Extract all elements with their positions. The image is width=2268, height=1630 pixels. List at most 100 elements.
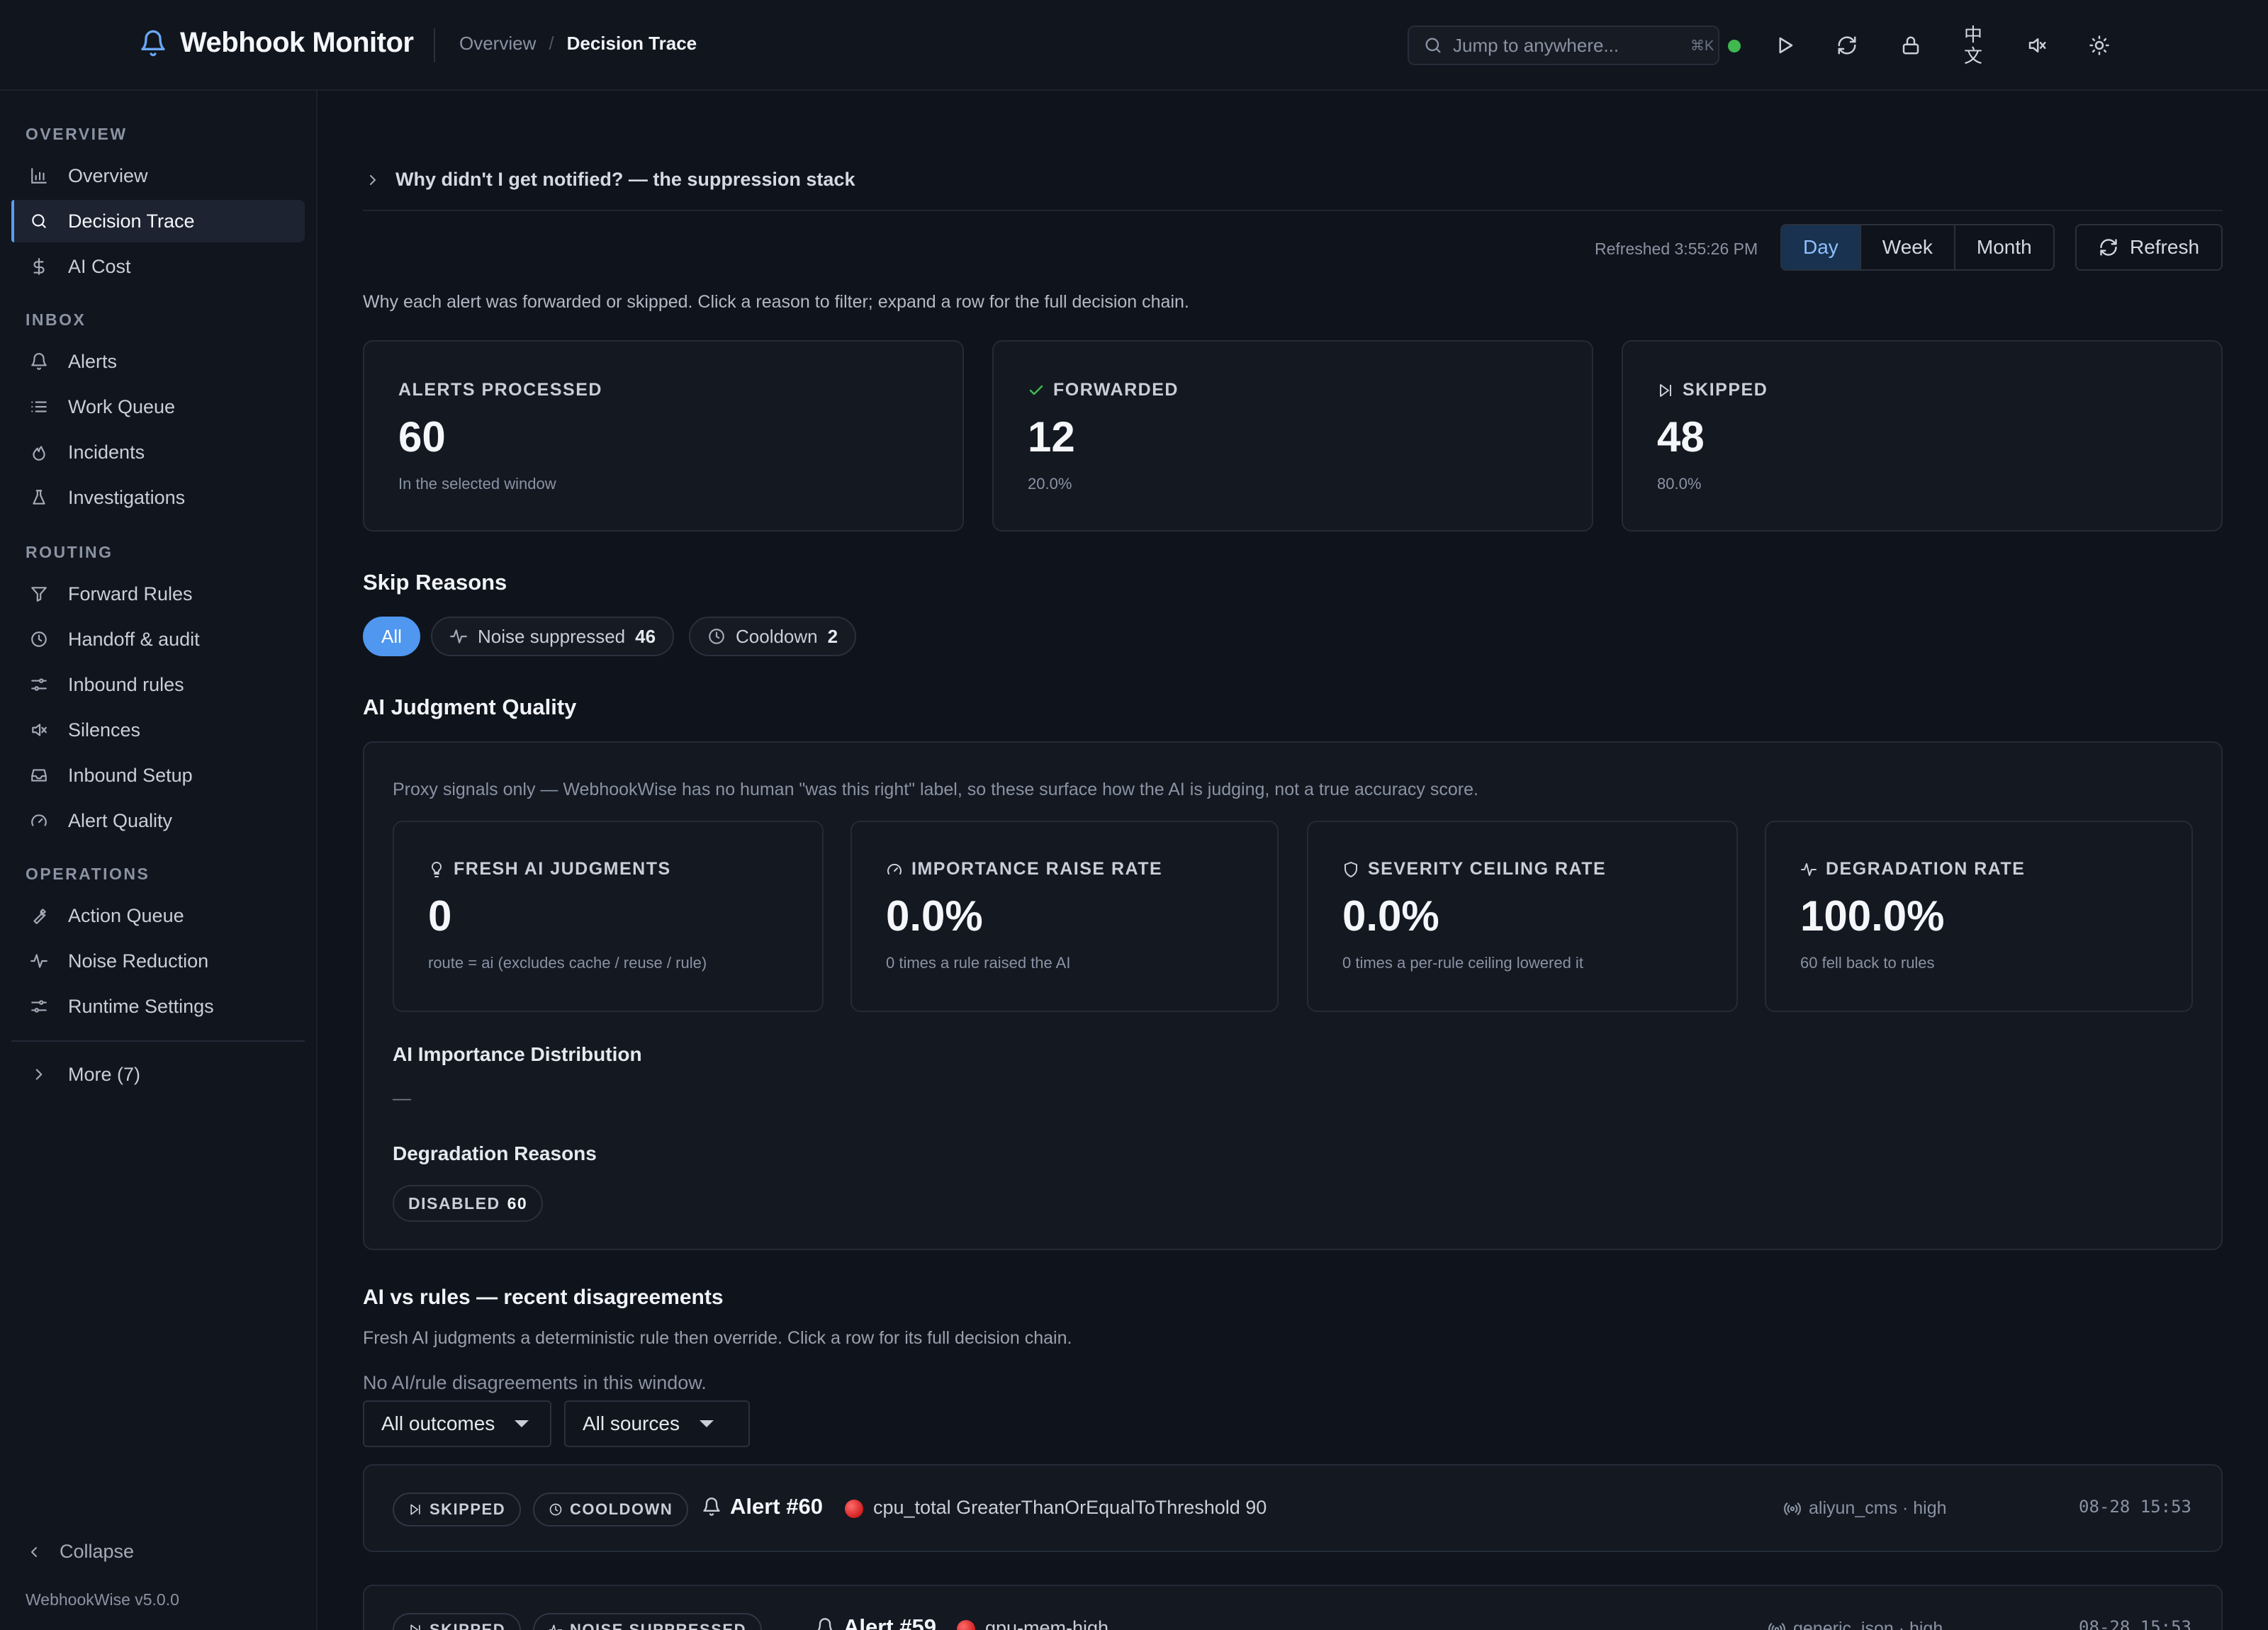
sidebar-item-overview[interactable]: Overview (11, 154, 305, 197)
activity-icon (449, 627, 468, 646)
dollar-icon (30, 257, 48, 276)
sync-button[interactable] (1830, 28, 1864, 62)
lock-button[interactable] (1894, 28, 1928, 62)
refresh-label: Refresh (2129, 236, 2200, 258)
stat-value: 0.0% (886, 892, 983, 940)
sidebar-item-handoff-audit[interactable]: Handoff & audit (11, 618, 305, 661)
source-label: generic_json · high (1793, 1619, 1943, 1630)
decision-row[interactable]: SKIPPED COOLDOWN Alert #60 cpu_total Gre… (363, 1464, 2223, 1552)
list-icon (30, 398, 48, 416)
sidebar-item-action-queue[interactable]: Action Queue (11, 894, 305, 937)
alert-description: cpu_total GreaterThanOrEqualToThreshold … (873, 1497, 1267, 1518)
stat-subtext: In the selected window (398, 475, 556, 493)
sidebar-item-alerts[interactable]: Alerts (11, 340, 305, 383)
activity-icon (1800, 861, 1817, 878)
filter-chip-cooldown[interactable]: Cooldown 2 (689, 617, 857, 656)
sidebar-item-ai-cost[interactable]: AI Cost (11, 245, 305, 288)
decision-row[interactable]: SKIPPED NOISE SUPPRESSED Alert #59 gpu-m… (363, 1585, 2223, 1630)
stat-subtext: route = ai (excludes cache / reuse / rul… (428, 954, 707, 972)
play-button[interactable] (1768, 28, 1802, 62)
alert-title: Alert #60 (702, 1494, 823, 1519)
sun-icon (2089, 35, 2110, 56)
stat-subtext: 0 times a per-rule ceiling lowered it (1342, 954, 1583, 972)
sidebar-item-incidents[interactable]: Incidents (11, 431, 305, 473)
filter-chip-all[interactable]: All (363, 617, 420, 656)
chevron-right-icon (30, 1065, 48, 1084)
sidebar-item-label: Decision Trace (68, 210, 195, 232)
activity-icon (549, 1623, 563, 1630)
divider (363, 210, 2223, 211)
outcome-filter-select[interactable]: All outcomes (363, 1400, 551, 1447)
alert-source: generic_json · high (1768, 1619, 1943, 1630)
source-filter-select[interactable]: All sources (564, 1400, 750, 1447)
sidebar-item-alert-quality[interactable]: Alert Quality (11, 799, 305, 842)
breadcrumb-separator: / (549, 33, 554, 54)
stat-label: ALERTS PROCESSED (398, 380, 602, 400)
app-version: WebhookWise v5.0.0 (26, 1590, 179, 1609)
alert-id: Alert #59 (843, 1614, 936, 1630)
stat-subtext: 20.0% (1028, 475, 1072, 493)
lock-icon (1900, 35, 1921, 56)
sliders-icon (30, 997, 48, 1016)
stat-label: FRESH AI JUDGMENTS (428, 859, 671, 879)
sidebar-item-label: Investigations (68, 486, 186, 508)
sidebar-item-label: Forward Rules (68, 583, 193, 605)
search-input[interactable] (1453, 34, 1690, 57)
clock-icon (549, 1502, 563, 1517)
sidebar-item-label: Handoff & audit (68, 628, 200, 650)
select-value: All sources (583, 1412, 680, 1434)
ai-quality-panel: Proxy signals only — WebhookWise has no … (363, 741, 2223, 1250)
sidebar-item-noise-reduction[interactable]: Noise Reduction (11, 940, 305, 982)
range-day-button[interactable]: Day (1782, 225, 1861, 269)
mute-icon (30, 721, 48, 739)
sidebar-item-label: Noise Reduction (68, 950, 209, 972)
main-content: Why didn't I get notified? — the suppres… (319, 91, 2268, 1630)
range-month-button[interactable]: Month (1955, 225, 2053, 269)
sidebar-item-decision-trace[interactable]: Decision Trace (11, 200, 305, 242)
sidebar-item-label: Silences (68, 719, 141, 741)
metric-card-degradation-rate: DEGRADATION RATE 100.0% 60 fell back to … (1765, 821, 2193, 1012)
sidebar-item-label: AI Cost (68, 255, 131, 277)
sidebar-item-inbound-setup[interactable]: Inbound Setup (11, 754, 305, 797)
sidebar-item-inbound-rules[interactable]: Inbound rules (11, 663, 305, 706)
importance-distribution-heading: AI Importance Distribution (393, 1043, 642, 1065)
sidebar-item-forward-rules[interactable]: Forward Rules (11, 573, 305, 615)
filter-chip-noise-suppressed[interactable]: Noise suppressed 46 (431, 617, 675, 656)
stat-label: SKIPPED (1657, 380, 1768, 400)
page-description: Why each alert was forwarded or skipped.… (363, 292, 1189, 312)
stat-label-text: FRESH AI JUDGMENTS (454, 859, 671, 879)
suppression-stack-toggle[interactable]: Why didn't I get notified? — the suppres… (364, 169, 855, 191)
metric-card-severity-ceiling: SEVERITY CEILING RATE 0.0% 0 times a per… (1307, 821, 1738, 1012)
chip-label: Cooldown (736, 625, 818, 647)
bar-chart-icon (30, 167, 48, 185)
search-box[interactable]: ⌘K (1408, 26, 1719, 65)
sidebar-item-silences[interactable]: Silences (11, 709, 305, 751)
theme-toggle-button[interactable] (2082, 28, 2116, 62)
brand[interactable]: Webhook Monitor (139, 27, 414, 59)
sidebar-more-toggle[interactable]: More (7) (11, 1053, 305, 1096)
refresh-button[interactable]: Refresh (2075, 224, 2223, 271)
breadcrumb-overview[interactable]: Overview (459, 33, 536, 55)
sidebar-collapse-button[interactable]: Collapse (26, 1541, 134, 1563)
chip-label: DISABLED (408, 1193, 500, 1213)
mute-button[interactable] (2020, 28, 2054, 62)
clock-icon (30, 630, 48, 648)
search-shortcut: ⌘K (1690, 38, 1714, 54)
range-week-button[interactable]: Week (1861, 225, 1955, 269)
lightbulb-icon (428, 861, 445, 878)
language-toggle[interactable]: 中 文 (1956, 21, 1990, 69)
stat-label-text: IMPORTANCE RAISE RATE (911, 859, 1163, 879)
inbox-icon (30, 766, 48, 785)
source-label: aliyun_cms · high (1809, 1498, 1947, 1518)
sidebar-item-investigations[interactable]: Investigations (11, 476, 305, 519)
language-label-top: 中 (1963, 24, 1982, 45)
alert-id: Alert #60 (730, 1494, 823, 1519)
stat-subtext: 60 fell back to rules (1800, 954, 1935, 972)
chip-count: 46 (635, 625, 656, 647)
stat-value: 100.0% (1800, 892, 1945, 940)
sidebar-item-work-queue[interactable]: Work Queue (11, 386, 305, 428)
skip-reasons-heading: Skip Reasons (363, 570, 507, 595)
outcome-tag: SKIPPED (393, 1613, 522, 1630)
collapse-label: Collapse (60, 1541, 135, 1562)
sidebar-item-runtime-settings[interactable]: Runtime Settings (11, 985, 305, 1028)
